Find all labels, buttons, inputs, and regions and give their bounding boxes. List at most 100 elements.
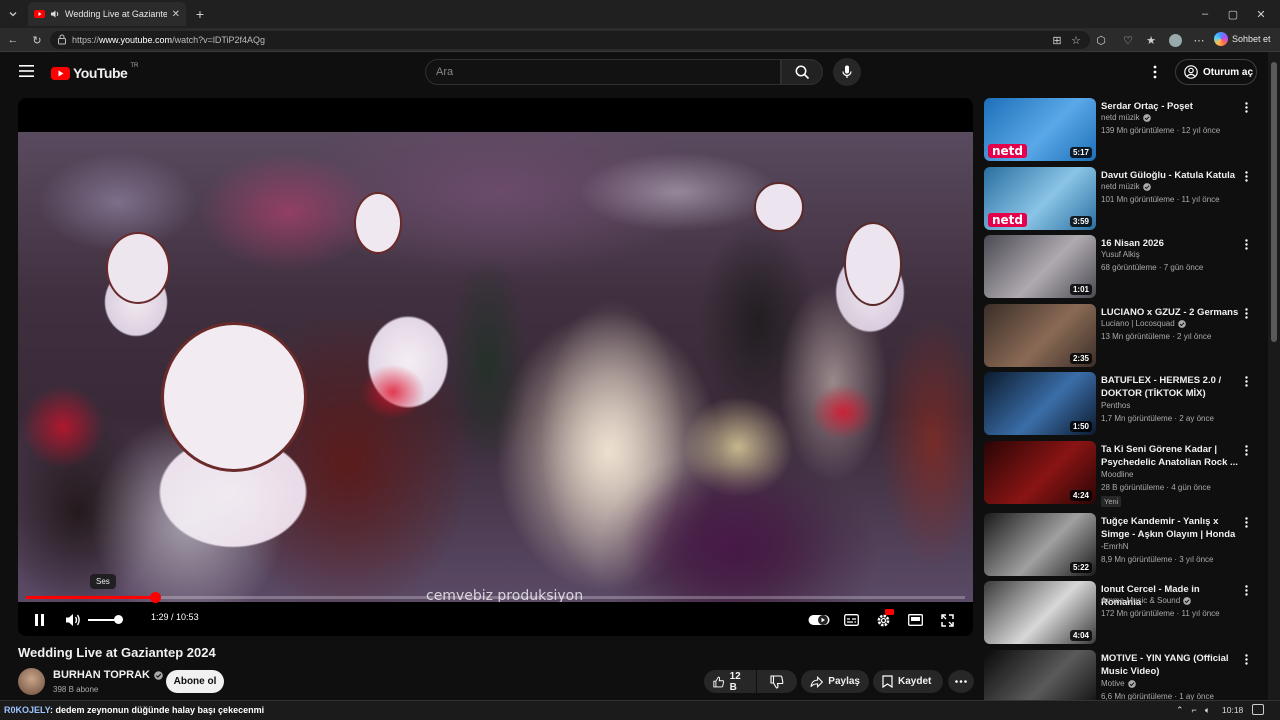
youtube-logo[interactable]: YouTube TR (51, 63, 138, 81)
recommended-video-title[interactable]: Serdar Ortaç - Poşet (1101, 100, 1241, 113)
tab-list-icon[interactable] (6, 7, 20, 21)
video-thumbnail[interactable]: 1:01 (984, 235, 1096, 298)
video-player[interactable]: cemvebiz produksiyon Ses 1:29 / 10:53 (18, 98, 973, 636)
video-thumbnail[interactable]: 5:22 (984, 513, 1096, 576)
mute-button[interactable] (63, 610, 83, 630)
back-icon[interactable]: ← (6, 33, 20, 47)
settings-more-icon[interactable] (1153, 65, 1157, 79)
recommended-video[interactable]: 1:50 BATUFLEX - HERMES 2.0 / DOKTOR (TİKT… (984, 372, 1259, 436)
volume-slider-handle[interactable] (114, 615, 123, 624)
recommended-video[interactable]: 4:24 Ta Ki Seni Görene Kadar | Psychedeli… (984, 441, 1259, 507)
recommended-video[interactable]: netd 5:17 Serdar Ortaç - Poşet netd müzik 13… (984, 98, 1259, 162)
recommended-channel[interactable]: netd müzik (1101, 182, 1151, 191)
more-actions-button[interactable] (948, 670, 974, 693)
recommended-channel[interactable]: netd müzik (1101, 113, 1151, 122)
autoplay-toggle[interactable] (807, 610, 831, 630)
video-thumbnail[interactable]: netd 3:59 (984, 167, 1096, 230)
like-button[interactable]: 12 B (704, 670, 756, 693)
site-info-icon[interactable] (57, 34, 67, 45)
minimize-icon[interactable]: – (1198, 7, 1212, 21)
extensions-icon[interactable]: ⬡ (1094, 33, 1108, 47)
recommended-channel[interactable]: Amma Music & Sound (1101, 596, 1191, 605)
channel-name[interactable]: BURHAN TOPRAK (53, 669, 163, 681)
channel-avatar[interactable] (18, 668, 45, 695)
system-clock[interactable]: 10:18 (1222, 705, 1243, 715)
network-icon[interactable]: ⌐ (1192, 705, 1197, 716)
settings-button[interactable] (873, 609, 894, 630)
recommended-video[interactable]: 2:35 LUCIANO x GZUZ - 2 Germans Luciano | … (984, 304, 1259, 368)
search-input[interactable]: Ara (425, 59, 781, 85)
pause-icon (34, 614, 44, 626)
recommended-video[interactable]: netd 3:59 Davut Güloğlu - Katula Katula net… (984, 167, 1259, 231)
recommended-video[interactable]: 4:04 Ionut Cercel - Made in Romania Amma M… (984, 581, 1259, 645)
app-available-icon[interactable]: ⊞ (1050, 33, 1064, 47)
recommended-channel[interactable]: -EmrhN (1101, 542, 1129, 551)
speaker-icon[interactable] (50, 9, 60, 19)
recommended-channel[interactable]: Moodline (1101, 470, 1133, 479)
hamburger-menu-icon[interactable] (19, 65, 34, 77)
voice-search-button[interactable] (833, 58, 861, 86)
video-thumbnail[interactable]: 4:24 (984, 441, 1096, 504)
more-vertical-icon[interactable] (1241, 237, 1251, 251)
sign-in-button[interactable]: Oturum aç (1175, 59, 1257, 85)
search-button[interactable] (781, 59, 823, 85)
page-scrollbar[interactable] (1268, 52, 1280, 700)
fullscreen-button[interactable] (937, 610, 957, 630)
progress-bar[interactable] (26, 592, 965, 603)
more-vertical-icon[interactable] (1241, 100, 1251, 114)
recommended-video[interactable]: 5:22 Tuğçe Kandemir - Yanlış x Simge - Aş… (984, 513, 1259, 577)
dislike-button[interactable] (757, 670, 797, 693)
recommended-video-title[interactable]: Ta Ki Seni Görene Kadar | Psychedelic An… (1101, 443, 1241, 469)
recommended-video-title[interactable]: Davut Güloğlu - Katula Katula (1101, 169, 1241, 182)
more-vertical-icon[interactable] (1241, 443, 1251, 457)
browser-tab[interactable]: Wedding Live at Gaziantep 2024 ✕ (28, 2, 186, 26)
restore-icon[interactable]: ▢ (1226, 7, 1240, 21)
close-tab-icon[interactable]: ✕ (172, 9, 180, 20)
pause-button[interactable] (29, 610, 49, 630)
url-field[interactable]: https://www.youtube.com/watch?v=lDTiP2f4… (50, 31, 1090, 49)
video-thumbnail[interactable]: 2:35 (984, 304, 1096, 367)
more-vertical-icon[interactable] (1241, 515, 1251, 529)
favorites-icon[interactable]: ★ (1144, 33, 1158, 47)
recommended-video-meta: 13 Mn görüntüleme · 2 yıl önce (1101, 332, 1212, 341)
share-button[interactable]: Paylaş (801, 670, 869, 693)
notifications-icon[interactable] (1252, 704, 1264, 715)
recommended-channel[interactable]: Penthos (1101, 401, 1130, 410)
tray-chevron-icon[interactable]: ⌃ (1176, 705, 1184, 716)
more-vertical-icon[interactable] (1241, 169, 1251, 183)
profile-avatar-icon[interactable] (1168, 33, 1182, 47)
tray-volume-icon[interactable]: 🔈︎ (1205, 705, 1210, 716)
favorite-star-icon[interactable]: ☆ (1069, 33, 1083, 47)
copilot-button[interactable]: Sohbet et (1214, 32, 1271, 46)
recommended-video-title[interactable]: 16 Nisan 2026 (1101, 237, 1241, 250)
reload-icon[interactable]: ↻ (30, 33, 44, 47)
more-vertical-icon[interactable] (1241, 652, 1251, 666)
recommended-channel[interactable]: Yusuf Alkiş (1101, 250, 1140, 259)
time-separator: / (168, 612, 177, 622)
scrollbar-thumb[interactable] (1271, 62, 1277, 342)
recommended-channel[interactable]: Luciano | Locosquad (1101, 319, 1186, 328)
more-options-icon[interactable]: ⋯ (1192, 33, 1206, 47)
recommended-channel[interactable]: Motive (1101, 679, 1136, 688)
video-frame[interactable]: cemvebiz produksiyon (18, 132, 973, 602)
verified-check-icon (1177, 319, 1186, 328)
hd-badge-icon (885, 609, 894, 615)
video-thumbnail[interactable]: 1:50 (984, 372, 1096, 435)
save-button[interactable]: Kaydet (873, 670, 943, 693)
new-tab-icon[interactable]: + (193, 6, 207, 22)
subscribe-button[interactable]: Abone ol (166, 670, 224, 693)
browser-essentials-icon[interactable]: ♡ (1121, 33, 1135, 47)
video-thumbnail[interactable]: 4:04 (984, 581, 1096, 644)
close-window-icon[interactable]: ✕ (1254, 7, 1268, 21)
recommended-video-title[interactable]: MOTIVE - YIN YANG (Official Music Video) (1101, 652, 1241, 678)
video-thumbnail[interactable]: netd 5:17 (984, 98, 1096, 161)
more-vertical-icon[interactable] (1241, 583, 1251, 597)
recommended-video-title[interactable]: BATUFLEX - HERMES 2.0 / DOKTOR (TİKTOK M… (1101, 374, 1241, 400)
recommended-video-title[interactable]: LUCIANO x GZUZ - 2 Germans (1101, 306, 1241, 319)
more-vertical-icon[interactable] (1241, 306, 1251, 320)
miniplayer-button[interactable] (905, 610, 925, 630)
subtitles-button[interactable] (841, 610, 861, 630)
more-vertical-icon[interactable] (1241, 374, 1251, 388)
recommended-video-title[interactable]: Tuğçe Kandemir - Yanlış x Simge - Aşkın … (1101, 515, 1241, 541)
recommended-video[interactable]: 1:01 16 Nisan 2026 Yusuf Alkiş 68 görüntüle… (984, 235, 1259, 299)
